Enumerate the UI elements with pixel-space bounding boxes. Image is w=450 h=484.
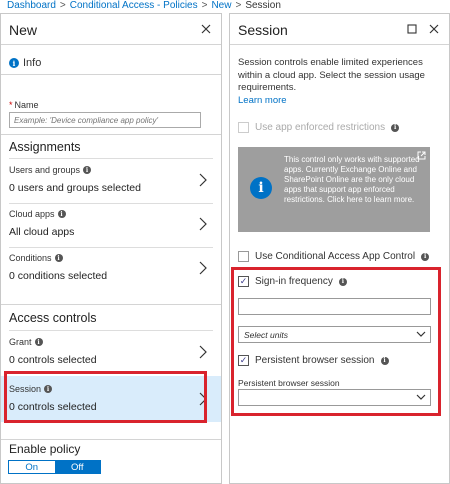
item-label: Grant — [9, 337, 32, 347]
info-icon: i — [57, 210, 66, 218]
info-icon: i — [44, 385, 53, 393]
checkbox-checked[interactable]: ✓ — [238, 276, 249, 287]
chevron-right-icon — [199, 345, 207, 359]
signin-frequency-option[interactable]: ✓ Sign-in frequency i — [238, 276, 347, 287]
learn-more-link[interactable]: Learn more — [238, 95, 443, 108]
blade-title: New — [9, 22, 38, 38]
info-icon: i — [250, 177, 272, 199]
info-icon: i — [34, 338, 43, 346]
assignments-heading: Assignments — [9, 140, 81, 154]
cloud-apps-item[interactable]: Cloud apps i All cloud apps — [1, 203, 221, 246]
session-blade: Session Session controls enable limited … — [229, 13, 450, 484]
conditions-item[interactable]: Conditions i 0 conditions selected — [1, 247, 221, 290]
checkbox-label: Use Conditional Access App Control — [255, 251, 416, 262]
chevron-down-icon — [416, 394, 426, 400]
new-policy-blade: New i Info *Name Assignments Users and g… — [0, 13, 222, 484]
external-link-icon — [417, 151, 426, 160]
grant-item[interactable]: Grant i 0 controls selected — [1, 331, 221, 374]
info-link[interactable]: i Info — [9, 57, 41, 69]
checkbox[interactable] — [238, 251, 249, 262]
item-label: Users and groups — [9, 165, 81, 175]
select-units-dropdown[interactable]: Select units — [238, 326, 431, 343]
breadcrumb-session: Session — [245, 0, 281, 11]
close-icon[interactable] — [199, 22, 213, 36]
close-icon[interactable] — [427, 22, 441, 36]
chevron-right-icon — [199, 173, 207, 187]
divider — [1, 134, 221, 135]
item-label: Session — [9, 384, 42, 394]
item-label: Cloud apps — [9, 209, 55, 219]
divider — [1, 74, 221, 75]
divider — [230, 44, 449, 45]
info-icon: i — [54, 254, 63, 262]
session-item[interactable]: Session i 0 controls selected — [1, 376, 221, 422]
info-icon: i — [421, 252, 430, 261]
toggle-off[interactable]: Off — [54, 461, 100, 473]
notice-text: This control only works with supported a… — [284, 155, 420, 204]
name-label: * Name — [9, 100, 39, 110]
item-label: Conditions — [9, 253, 52, 263]
select-units-value: Select units — [244, 330, 288, 340]
checkbox — [238, 122, 249, 133]
checkbox-label: Use app enforced restrictions — [255, 122, 386, 133]
app-restrictions-notice[interactable]: i This control only works with supported… — [238, 147, 430, 232]
item-value: All cloud apps — [9, 226, 75, 238]
divider — [1, 44, 221, 45]
blade-title: Session — [238, 22, 288, 38]
breadcrumb-policies[interactable]: Conditional Access - Policies — [70, 0, 198, 11]
name-field[interactable] — [9, 112, 201, 128]
info-icon: i — [391, 123, 400, 132]
item-value: 0 users and groups selected — [9, 182, 141, 194]
item-value: 0 controls selected — [9, 401, 97, 413]
info-icon: i — [380, 356, 389, 365]
caac-option[interactable]: Use Conditional Access App Control i — [238, 251, 430, 262]
divider — [1, 439, 221, 440]
breadcrumb: Dashboard > Conditional Access - Policies >… — [7, 0, 281, 11]
item-value: 0 controls selected — [9, 354, 97, 366]
users-and-groups-item[interactable]: Users and groups i 0 users and groups sel… — [1, 159, 221, 202]
persistent-select-label: Persistent browser session — [238, 378, 340, 388]
session-description: Session controls enable limited experien… — [238, 57, 443, 107]
app-enforced-restrictions-option: Use app enforced restrictions i — [238, 122, 400, 133]
info-icon: i — [9, 58, 19, 68]
checkbox-checked[interactable]: ✓ — [238, 355, 249, 366]
persistent-browser-dropdown[interactable] — [238, 389, 431, 406]
toggle-on[interactable]: On — [9, 461, 55, 473]
divider — [1, 304, 221, 305]
breadcrumb-new[interactable]: New — [211, 0, 231, 11]
signin-frequency-value-input[interactable] — [238, 298, 431, 315]
persistent-browser-option[interactable]: ✓ Persistent browser session i — [238, 355, 389, 366]
info-label: Info — [23, 57, 42, 69]
item-value: 0 conditions selected — [9, 270, 108, 282]
chevron-down-icon — [416, 331, 426, 337]
chevron-right-icon — [199, 261, 207, 275]
checkbox-label: Persistent browser session — [255, 355, 375, 366]
chevron-right-icon — [199, 217, 207, 231]
info-icon: i — [83, 166, 92, 174]
access-controls-heading: Access controls — [9, 311, 97, 325]
checkbox-label: Sign-in frequency — [255, 276, 333, 287]
breadcrumb-dashboard[interactable]: Dashboard — [7, 0, 56, 11]
chevron-right-icon — [199, 392, 207, 406]
enable-policy-heading: Enable policy — [9, 442, 81, 456]
maximize-icon[interactable] — [405, 22, 419, 36]
enable-policy-toggle[interactable]: On Off — [8, 460, 101, 474]
info-icon: i — [338, 277, 347, 286]
